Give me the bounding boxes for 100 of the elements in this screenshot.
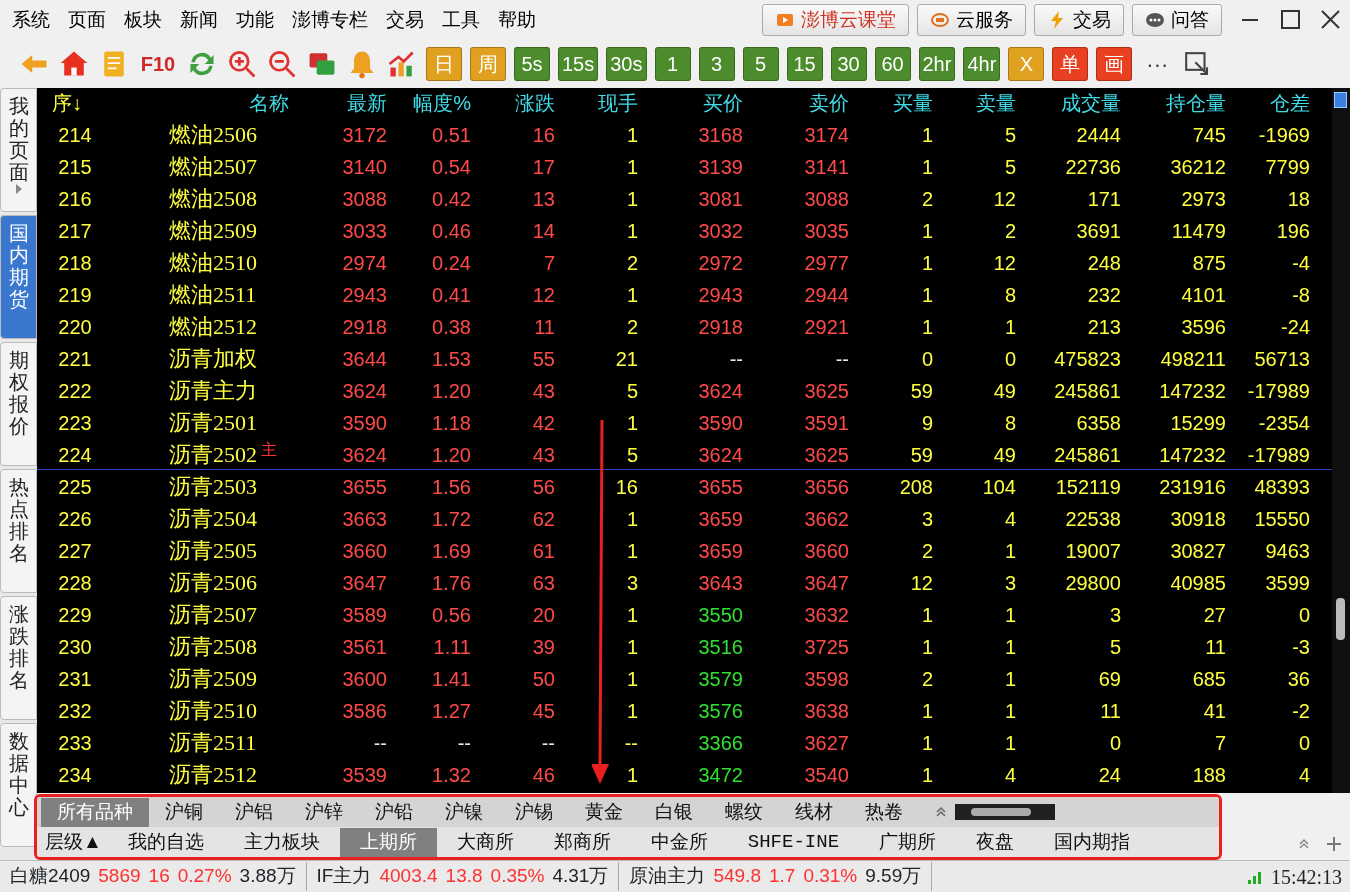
table-cell-text: 39 (531, 634, 556, 660)
period-button[interactable]: 单 (1052, 47, 1089, 81)
period-button[interactable]: 画 (1096, 47, 1133, 81)
menu-item[interactable]: 工具 (436, 5, 492, 35)
menu-item[interactable]: 澎博专栏 (286, 5, 380, 35)
scroll-thumb[interactable] (1336, 598, 1345, 640)
exchange-tab[interactable]: 广期所 (859, 827, 957, 857)
category-tab[interactable]: 沪锡 (499, 797, 569, 827)
exchange-tab[interactable]: 国内期指 (1034, 827, 1151, 857)
menu-item[interactable]: 功能 (230, 5, 286, 35)
category-tab[interactable]: 所有品种 (41, 797, 149, 827)
menu-item[interactable]: 系统 (6, 5, 62, 35)
toolbar-button[interactable]: F10 (138, 49, 178, 79)
table-cell-text: 1 (920, 730, 934, 756)
zoom-out-icon[interactable] (266, 48, 298, 80)
period-button[interactable]: 4hr (963, 47, 1001, 81)
table-cell-text: -24 (1280, 314, 1311, 340)
period-button[interactable]: 1 (654, 47, 691, 81)
table-cell-text: 1.53 (431, 346, 472, 372)
sidebar-tab[interactable]: 涨跌排名 (0, 596, 37, 720)
sidebar-tab[interactable]: 国内期货 (0, 215, 37, 339)
column-header[interactable]: 持仓量 (1123, 88, 1228, 118)
table-cell-text: 1.69 (431, 538, 472, 564)
exchange-tab[interactable]: 主力板块 (223, 827, 340, 857)
category-tab[interactable]: 沪铜 (149, 797, 219, 827)
menu-item[interactable]: 交易 (380, 5, 436, 35)
scroll-top-icon[interactable] (1334, 92, 1347, 108)
column-header[interactable]: 卖价 (745, 88, 851, 118)
column-header[interactable]: 卖量 (935, 88, 1018, 118)
period-button[interactable]: 2hr (918, 47, 956, 81)
table-cell-text: -- (540, 730, 556, 756)
column-header[interactable]: 买量 (851, 88, 935, 118)
top-button[interactable]: 问答 (1132, 4, 1222, 36)
exchange-tab[interactable]: SHFE-INE (727, 827, 860, 857)
exchange-tab[interactable]: 我的自选 (107, 827, 224, 857)
table-cell-text: 2 (1003, 218, 1017, 244)
column-header[interactable]: 涨跌 (473, 88, 557, 118)
column-header[interactable]: 名称 (115, 88, 291, 118)
table-cell-text: 216 (57, 186, 93, 212)
top-button[interactable]: 云服务 (917, 4, 1026, 36)
category-tab[interactable]: 黄金 (569, 797, 639, 827)
table-cell-text: 221 (57, 346, 93, 372)
top-button[interactable]: 交易 (1034, 4, 1124, 36)
table-cell-text: 6358 (1075, 410, 1122, 436)
category-tab[interactable]: 螺纹 (709, 797, 779, 827)
column-header[interactable]: 仓差 (1228, 88, 1312, 118)
category-tab[interactable]: 线材 (779, 797, 849, 827)
category-tab[interactable]: 白银 (639, 797, 709, 827)
sidebar-tab[interactable]: 数据中心 (0, 723, 37, 847)
table-cell-text: 188 (1191, 762, 1227, 788)
clock-time: 15:42:13 (1270, 864, 1342, 890)
sidebar-tab[interactable]: 热点排名 (0, 469, 37, 593)
exchange-tab[interactable]: 郑商所 (533, 827, 631, 857)
exchange-tab[interactable]: 大商所 (436, 827, 534, 857)
table-cell-text: 3561 (341, 634, 388, 660)
period-button[interactable]: 5 (742, 47, 779, 81)
exchange-tab[interactable]: 夜盘 (956, 827, 1035, 857)
exchange-tab[interactable]: 上期所 (339, 827, 437, 857)
column-header[interactable]: 买价 (640, 88, 745, 118)
table-cell-text: 3655 (697, 474, 744, 500)
sidebar-tab[interactable]: 期权报价 (0, 342, 37, 466)
scroll-thumb[interactable] (971, 808, 1031, 816)
category-tab[interactable]: 沪镍 (429, 797, 499, 827)
period-button[interactable]: 30 (830, 47, 867, 81)
menu-item[interactable]: 页面 (62, 5, 118, 35)
table-cell-text: 1 (920, 250, 934, 276)
table-cell-text: 2 (625, 250, 639, 276)
horizontal-scrollbar[interactable] (955, 804, 1055, 820)
collapse-icon[interactable] (935, 805, 947, 819)
exchange-tab[interactable]: 层级▲ (39, 827, 108, 857)
exchange-tab[interactable]: 中金所 (630, 827, 728, 857)
period-button[interactable]: 30s (606, 47, 647, 81)
add-icon[interactable] (1326, 835, 1342, 852)
zoom-in-icon[interactable] (226, 48, 258, 80)
top-button[interactable]: 澎博云课堂 (762, 4, 909, 36)
menu-item[interactable]: 帮助 (492, 5, 548, 35)
menu-item[interactable]: 板块 (118, 5, 174, 35)
period-button[interactable]: 15 (786, 47, 823, 81)
period-button[interactable]: 5s (514, 47, 550, 81)
table-cell-text: 3516 (697, 634, 744, 660)
category-tab[interactable]: 沪铝 (219, 797, 289, 827)
column-header[interactable]: 成交量 (1018, 88, 1123, 118)
table-cell-text: 3600 (341, 666, 388, 692)
period-button[interactable]: 3 (698, 47, 735, 81)
sidebar-tab[interactable]: 我的页面 (0, 88, 37, 212)
menu-item[interactable]: 新闻 (174, 5, 230, 35)
column-header[interactable]: 现手 (557, 88, 640, 118)
maximize-icon[interactable] (1278, 8, 1302, 32)
column-header[interactable]: 序↓ (37, 88, 115, 118)
more-button[interactable]: ··· (1140, 47, 1175, 81)
category-tab[interactable]: 热卷 (849, 797, 919, 827)
table-cell-text: 745 (1191, 122, 1227, 148)
collapse-icon[interactable] (1298, 836, 1310, 851)
column-header[interactable]: 幅度% (389, 88, 473, 118)
period-button[interactable]: 60 (874, 47, 911, 81)
category-tab[interactable]: 沪锌 (289, 797, 359, 827)
column-header[interactable]: 最新 (291, 88, 389, 118)
period-button[interactable]: 15s (558, 47, 599, 81)
vertical-scrollbar[interactable] (1332, 88, 1350, 793)
category-tab[interactable]: 沪铅 (359, 797, 429, 827)
